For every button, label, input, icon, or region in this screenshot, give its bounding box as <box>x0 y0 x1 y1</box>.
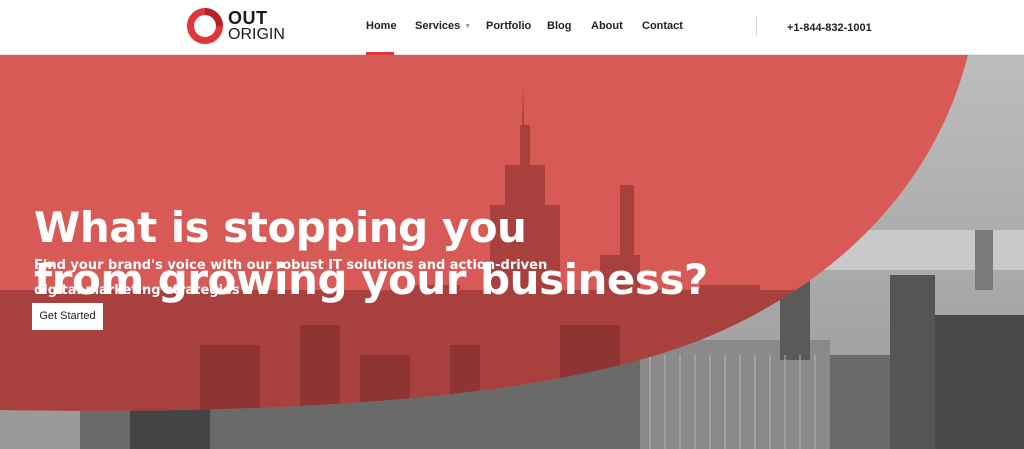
nav-item-home[interactable]: Home <box>366 19 397 33</box>
hero-subtitle-line1: Find your brand's voice with our robust … <box>34 258 548 273</box>
phone-number-link[interactable]: +1-844-832-1001 <box>787 21 872 35</box>
ring-logo-icon <box>187 8 223 44</box>
nav-item-about[interactable]: About <box>591 19 623 33</box>
hero-subtitle: Find your brand's voice with our robust … <box>34 253 554 303</box>
hero-section: What is stopping you from growing your b… <box>0 55 1024 449</box>
brand-name-line2: ORIGIN <box>228 26 285 43</box>
brand-logo[interactable]: OUT ORIGIN <box>186 7 286 47</box>
nav-item-portfolio[interactable]: Portfolio <box>486 19 531 33</box>
nav-item-contact[interactable]: Contact <box>642 19 683 33</box>
hero-subtitle-line2: digital marketing strategies <box>34 283 240 298</box>
get-started-button[interactable]: Get Started <box>32 303 103 330</box>
site-header: OUT ORIGIN Home Services ▼ Portfolio Blog… <box>0 0 1024 55</box>
caret-down-icon: ▼ <box>464 23 472 30</box>
brand-name-line1: OUT <box>228 8 268 28</box>
header-divider <box>756 16 757 36</box>
hero-title-line1: What is stopping you <box>34 203 527 252</box>
active-nav-indicator <box>366 52 394 55</box>
nav-item-services-label: Services <box>415 20 461 32</box>
nav-item-services[interactable]: Services ▼ <box>415 19 471 34</box>
nav-item-blog[interactable]: Blog <box>547 19 571 33</box>
